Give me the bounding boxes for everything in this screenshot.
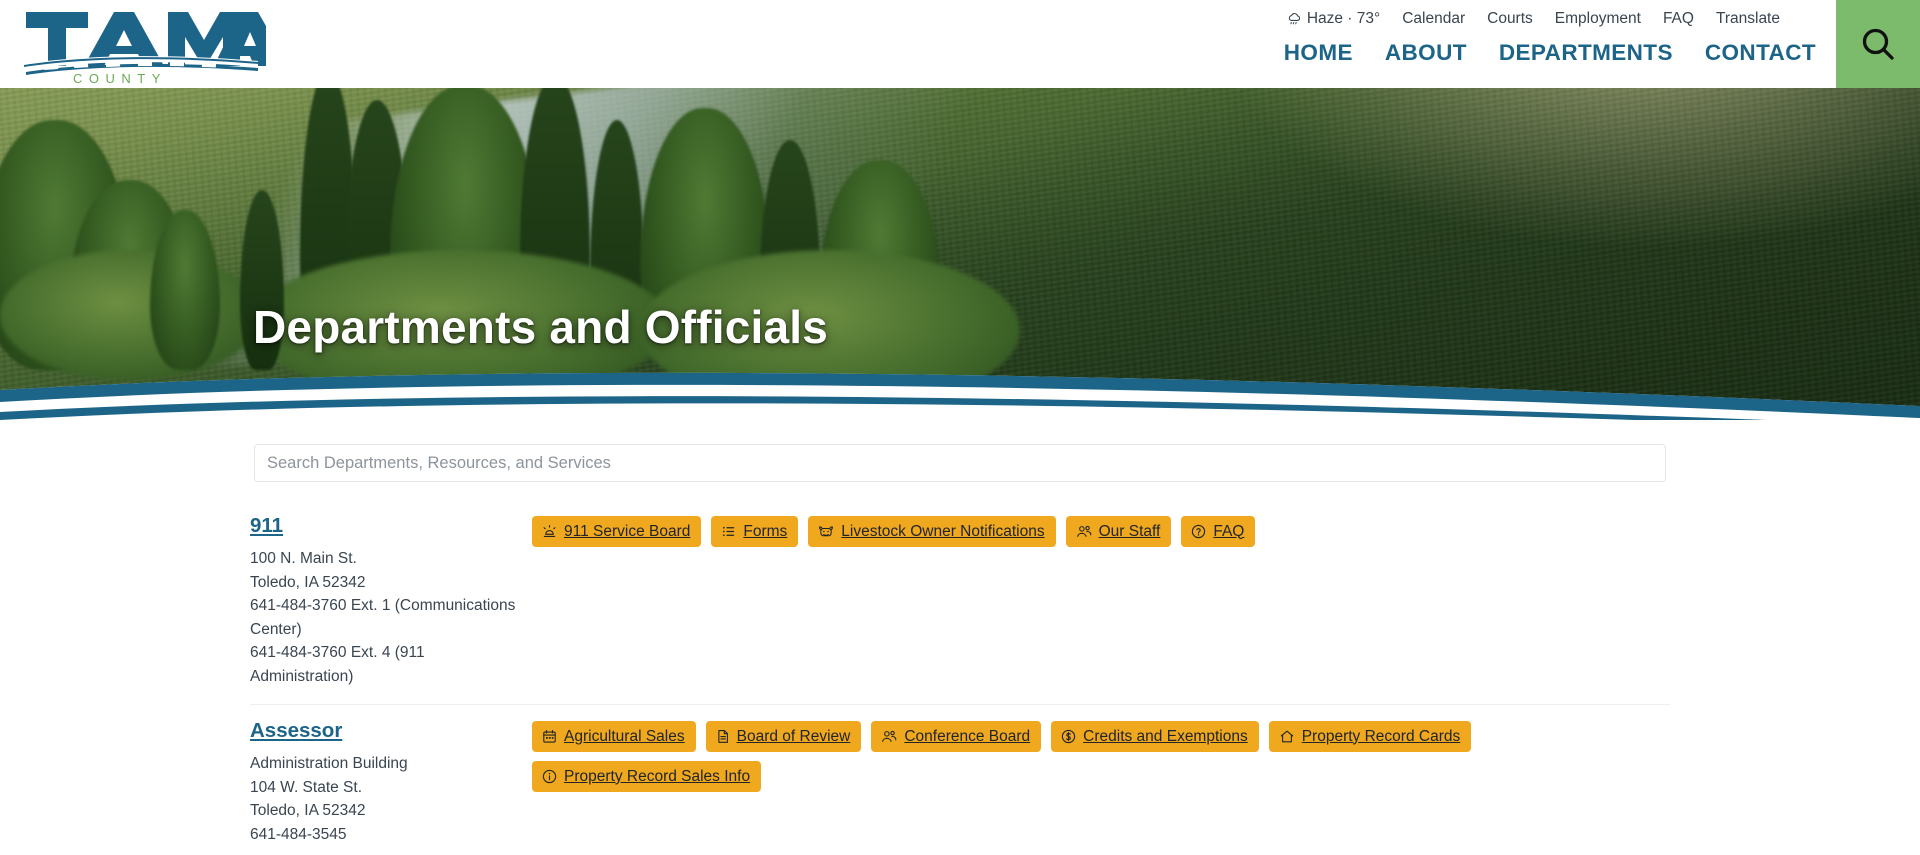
utility-nav: Haze · 73° Calendar Courts Employment FA… — [1287, 9, 1780, 29]
department-info: 911 100 N. Main St. Toledo, IA 52342 641-48… — [250, 514, 532, 688]
department-row: Assessor Administration Building 104 W. St… — [250, 705, 1670, 855]
toplink-employment[interactable]: Employment — [1555, 9, 1641, 29]
badge-label: Property Record Cards — [1301, 727, 1461, 745]
header-search-button[interactable] — [1836, 0, 1920, 88]
dollar-circle-icon — [1061, 729, 1076, 744]
toplink-courts[interactable]: Courts — [1487, 9, 1533, 29]
toplink-faq[interactable]: FAQ — [1663, 9, 1694, 29]
info-circle-icon — [542, 769, 557, 784]
page-root: Departments and Officials COUNTY Haze · … — [0, 0, 1920, 855]
wave-divider — [0, 372, 1920, 420]
department-address-line: 641-484-3545 — [250, 825, 347, 843]
department-badge-link[interactable]: Board of Review — [705, 721, 862, 752]
department-address-line: Toledo, IA 52342 — [250, 573, 366, 591]
badge-label: Property Record Sales Info — [564, 767, 751, 785]
nav-about[interactable]: ABOUT — [1385, 40, 1467, 66]
department-badge-link[interactable]: Forms — [711, 516, 799, 547]
badge-label: Credits and Exemptions — [1083, 727, 1248, 745]
toplink-calendar[interactable]: Calendar — [1402, 9, 1465, 29]
department-address-line: 641-484-3760 Ext. 1 (Communications Cent… — [250, 597, 516, 638]
department-badge-link[interactable]: Property Record Sales Info — [532, 761, 762, 792]
department-address-line: 100 N. Main St. — [250, 550, 357, 567]
department-badge-group: Agricultural Sales Board of Review Confere… — [532, 719, 1670, 792]
department-badge-link[interactable]: Our Staff — [1065, 516, 1172, 547]
siren-icon — [542, 524, 557, 539]
department-badge-link[interactable]: Agricultural Sales — [532, 721, 696, 752]
department-badge-link[interactable]: 911 Service Board — [532, 516, 702, 547]
weather-widget[interactable]: Haze · 73° — [1287, 9, 1380, 29]
search-input[interactable] — [254, 444, 1666, 482]
site-logo[interactable]: COUNTY — [18, 4, 266, 84]
list-icon — [721, 524, 736, 539]
badge-label: Conference Board — [904, 727, 1031, 745]
department-address-line: 641-484-3760 Ext. 4 (911 Administration) — [250, 644, 425, 685]
department-badge-link[interactable]: FAQ — [1181, 516, 1256, 547]
department-badge-link[interactable]: Conference Board — [871, 721, 1042, 752]
department-name-link[interactable]: Assessor — [250, 719, 342, 743]
department-row: 911 100 N. Main St. Toledo, IA 52342 641-48… — [250, 508, 1670, 705]
department-address-line: Administration Building — [250, 755, 408, 772]
badge-label: Agricultural Sales — [564, 727, 685, 745]
department-name-link[interactable]: 911 — [250, 514, 283, 538]
department-badge-group: 911 Service Board Forms Livestock Owner No… — [532, 514, 1670, 547]
badge-label: 911 Service Board — [564, 522, 691, 540]
main-content: 911 100 N. Main St. Toledo, IA 52342 641-48… — [0, 430, 1920, 855]
svg-text:COUNTY: COUNTY — [73, 71, 167, 84]
department-address-line: 104 W. State St. — [250, 778, 363, 796]
cloud-rain-icon — [1288, 12, 1300, 24]
home-icon — [1279, 729, 1295, 744]
question-circle-icon — [1191, 524, 1206, 539]
document-icon — [716, 729, 730, 744]
department-info: Assessor Administration Building 104 W. St… — [250, 719, 532, 846]
main-navigation: HOME ABOUT DEPARTMENTS CONTACT — [1284, 40, 1816, 66]
badge-label: Forms — [743, 522, 788, 540]
people-icon — [881, 729, 897, 744]
toplink-translate[interactable]: Translate — [1716, 9, 1780, 29]
department-badge-link[interactable]: Livestock Owner Notifications — [808, 516, 1056, 547]
department-address-line: Toledo, IA 52342 — [250, 802, 366, 819]
badge-label: Board of Review — [736, 727, 851, 745]
nav-departments[interactable]: DEPARTMENTS — [1499, 40, 1673, 66]
cow-icon — [818, 524, 834, 539]
tama-county-logo-icon: COUNTY — [24, 12, 266, 84]
department-badge-link[interactable]: Property Record Cards — [1268, 721, 1472, 752]
calendar-icon — [542, 729, 557, 744]
people-icon — [1076, 524, 1092, 539]
badge-label: Livestock Owner Notifications — [841, 522, 1045, 540]
search-icon — [1862, 28, 1894, 60]
badge-label: FAQ — [1213, 522, 1245, 540]
weather-text: Haze · 73° — [1306, 10, 1381, 27]
department-list: 911 100 N. Main St. Toledo, IA 52342 641-48… — [250, 508, 1670, 855]
nav-home[interactable]: HOME — [1284, 40, 1353, 66]
department-badge-link[interactable]: Credits and Exemptions — [1051, 721, 1259, 752]
nav-contact[interactable]: CONTACT — [1705, 40, 1816, 66]
badge-label: Our Staff — [1098, 522, 1161, 540]
page-title: Departments and Officials — [253, 301, 829, 353]
